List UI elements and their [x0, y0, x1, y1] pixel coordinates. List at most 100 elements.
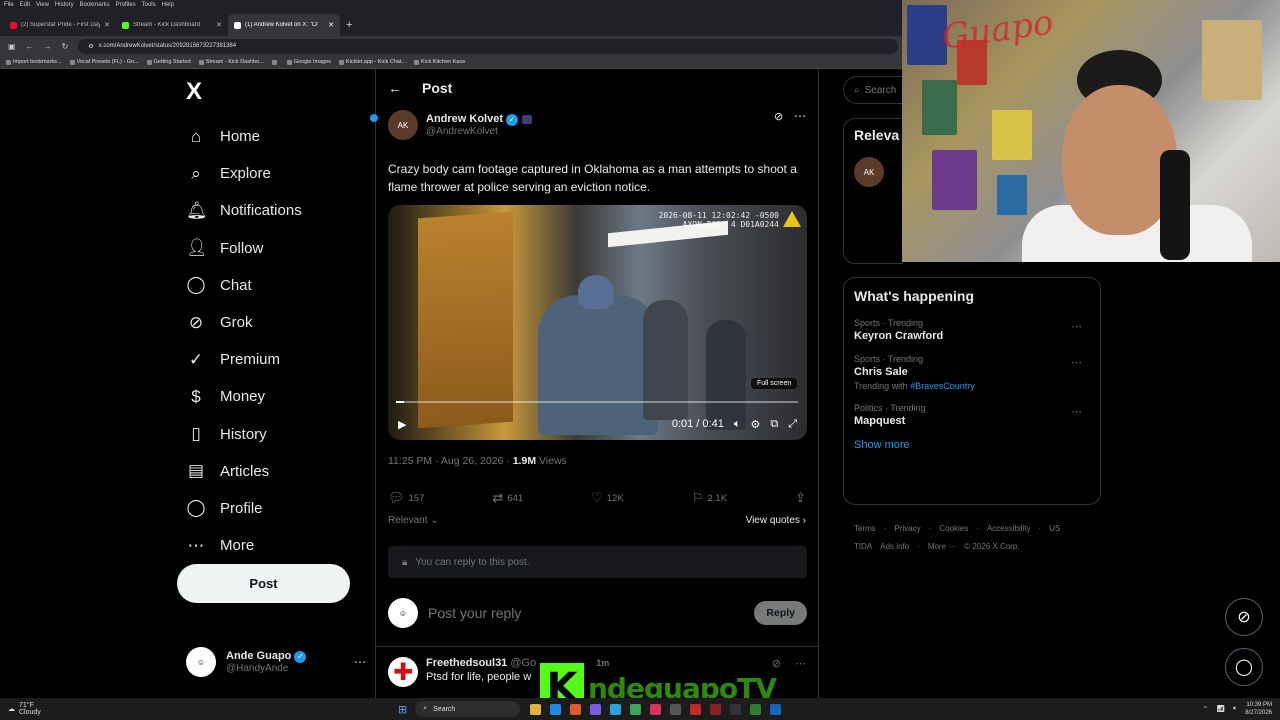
browser-tab[interactable]: (1) Andrew Kolvet on X: "Cr ✕ — [228, 14, 340, 36]
trend-more-icon[interactable]: ⋯ — [1071, 320, 1082, 333]
nav-item-premium[interactable]: ✓ Premium — [186, 341, 376, 378]
nav-item-profile[interactable]: ◯ Profile — [186, 490, 376, 527]
trend-hashtag-link[interactable]: #BravesCountry — [910, 381, 975, 391]
show-more-link[interactable]: Show more — [854, 439, 1090, 451]
x-logo[interactable]: X — [186, 78, 202, 106]
trend-item[interactable]: Sports · Trending Keyron Crawford ⋯ — [854, 318, 1090, 342]
browser-tab[interactable]: (2) Superstar Pride - First Day O ✕ — [4, 14, 116, 36]
post-button[interactable]: Post — [177, 564, 350, 603]
nav-item-more[interactable]: ⋯ More — [186, 527, 376, 564]
nav-item-history[interactable]: ▯ History — [186, 416, 376, 453]
edge-icon[interactable] — [550, 703, 562, 715]
app-icon[interactable] — [590, 703, 602, 715]
weather-widget[interactable]: ☁ 71°F Cloudy — [0, 702, 90, 716]
messages-floating-button[interactable]: ◯ — [1225, 648, 1263, 686]
volume-icon[interactable]: 🔈︎ — [734, 418, 741, 431]
author-avatar[interactable]: AK — [388, 110, 418, 140]
bookmark-item[interactable]: Kick Kitchen Kaos — [413, 59, 465, 65]
menu-item-file[interactable]: File — [4, 2, 14, 8]
reply-button[interactable]: Reply — [754, 601, 807, 625]
reply-action[interactable]: 💬︎ 157 — [388, 490, 424, 506]
repost-action[interactable]: ⇄ 641 — [492, 490, 523, 506]
app-icon[interactable] — [670, 703, 682, 715]
nav-item-explore[interactable]: ⌕ Explore — [186, 155, 376, 192]
nav-item-articles[interactable]: ▤ Articles — [186, 453, 376, 490]
taskbar-search[interactable]: ⌕ Search — [415, 701, 521, 717]
network-icon[interactable]: 📶︎ — [1216, 705, 1225, 713]
reply-input[interactable]: Post your reply — [428, 605, 744, 621]
start-icon[interactable]: ⊞ — [398, 703, 407, 716]
nav-item-home[interactable]: ⌂ Home — [186, 118, 376, 155]
app-icon[interactable] — [710, 703, 722, 715]
bookmark-item[interactable]: Kicklet.app - Kick Chat... — [339, 59, 406, 65]
footer-link[interactable]: © 2026 X Corp. — [964, 542, 1019, 551]
app-icon[interactable] — [750, 703, 762, 715]
nav-item-money[interactable]: $ Money — [186, 378, 376, 415]
app-icon[interactable] — [650, 703, 662, 715]
footer-link[interactable]: Accessibility — [987, 524, 1031, 533]
trend-more-icon[interactable]: ⋯ — [1071, 405, 1082, 418]
video-progress-bar[interactable] — [396, 401, 798, 403]
pip-icon[interactable]: ⧉ — [770, 418, 778, 431]
post-more-icon[interactable]: ⋯ — [794, 109, 806, 123]
author-handle[interactable]: @AndrewKolvet — [426, 126, 532, 137]
grok-floating-button[interactable]: ⊘ — [1225, 598, 1263, 636]
sort-dropdown[interactable]: Relevant ⌄ — [388, 515, 439, 526]
footer-link[interactable]: Cookies — [939, 524, 968, 533]
browser-icon[interactable] — [570, 703, 582, 715]
settings-gear-icon[interactable]: ⚙ — [750, 418, 760, 431]
sidebar-toggle-icon[interactable]: ▣ — [8, 42, 16, 51]
back-icon[interactable]: ← — [26, 42, 34, 51]
bookmark-item[interactable]: Vocal Presets (FL) - Go... — [69, 59, 139, 65]
obs-icon[interactable] — [690, 703, 702, 715]
speaker-icon[interactable]: 🔈︎ — [1233, 705, 1237, 713]
clock[interactable]: 10:39 PM 8/27/2026 — [1245, 701, 1272, 717]
bookmark-item[interactable]: Import bookmarks... — [6, 59, 62, 65]
view-quotes-link[interactable]: View quotes › — [746, 515, 806, 526]
trend-item[interactable]: Politics · Trending Mapquest ⋯ — [854, 403, 1090, 427]
fullscreen-icon[interactable]: ⤢ — [788, 418, 797, 431]
menu-item-profiles[interactable]: Profiles — [116, 2, 136, 8]
nav-item-notifications[interactable]: 🔔︎ Notifications — [186, 114, 378, 229]
bookmark-item[interactable]: Getting Started — [146, 59, 191, 65]
trend-more-icon[interactable]: ⋯ — [1071, 356, 1082, 369]
relevant-avatar[interactable]: AK — [854, 157, 884, 187]
file-explorer-icon[interactable] — [530, 703, 542, 715]
menu-item-history[interactable]: History — [55, 2, 74, 8]
commenter-name[interactable]: Freethedsoul31 — [426, 657, 507, 669]
author-name[interactable]: Andrew Kolvet — [426, 113, 503, 125]
new-tab-button[interactable]: + — [340, 19, 352, 36]
back-arrow-icon[interactable]: ← — [388, 80, 402, 96]
commenter-avatar[interactable]: ✚ — [388, 657, 418, 687]
video-player[interactable]: 2026-08-11 12:02:42 -0500 AXON BODY 4 D0… — [388, 205, 807, 440]
bookmark-item[interactable]: Google Images — [286, 59, 331, 65]
menu-item-view[interactable]: View — [36, 2, 49, 8]
menu-item-help[interactable]: Help — [162, 2, 174, 8]
terminal-icon[interactable] — [730, 703, 742, 715]
trend-item[interactable]: Sports · Trending Chris Sale Trending with… — [854, 354, 1090, 391]
footer-link[interactable]: Privacy — [894, 524, 920, 533]
url-field[interactable]: ⚙ x.com/AndrewKolvet/status/209281567322… — [78, 38, 898, 54]
share-action[interactable]: ⇪ — [795, 490, 806, 506]
telegram-icon[interactable] — [610, 703, 622, 715]
like-action[interactable]: ♡ 12K — [591, 490, 624, 506]
app-icon[interactable] — [770, 703, 782, 715]
bookmark-item[interactable] — [271, 59, 279, 65]
search-input[interactable]: ⌕ Search — [843, 76, 903, 104]
menu-item-bookmarks[interactable]: Bookmarks — [80, 2, 110, 8]
browser-tab[interactable]: Stream - Kick Dashboard ✕ — [116, 14, 228, 36]
menu-item-tools[interactable]: Tools — [142, 2, 156, 8]
chevron-up-icon[interactable]: ⌃ — [1202, 705, 1208, 713]
grok-icon[interactable]: ⊘ — [774, 110, 783, 123]
bookmark-action[interactable]: ⚐ 2.1K — [692, 490, 727, 506]
app-icon[interactable] — [630, 703, 642, 715]
menu-item-edit[interactable]: Edit — [20, 2, 30, 8]
forward-icon[interactable]: → — [44, 42, 52, 51]
post-timestamp[interactable]: 11:25 PM · Aug 26, 2026 · — [388, 455, 513, 467]
close-icon[interactable]: ✕ — [216, 21, 222, 29]
nav-item-chat[interactable]: ◯ Chat — [186, 267, 376, 304]
site-info-icon[interactable]: ⚙ — [88, 43, 93, 50]
close-icon[interactable]: ✕ — [104, 21, 110, 29]
more-dots-icon[interactable]: ⋯ — [354, 655, 366, 669]
footer-link[interactable]: More ··· — [928, 542, 956, 551]
